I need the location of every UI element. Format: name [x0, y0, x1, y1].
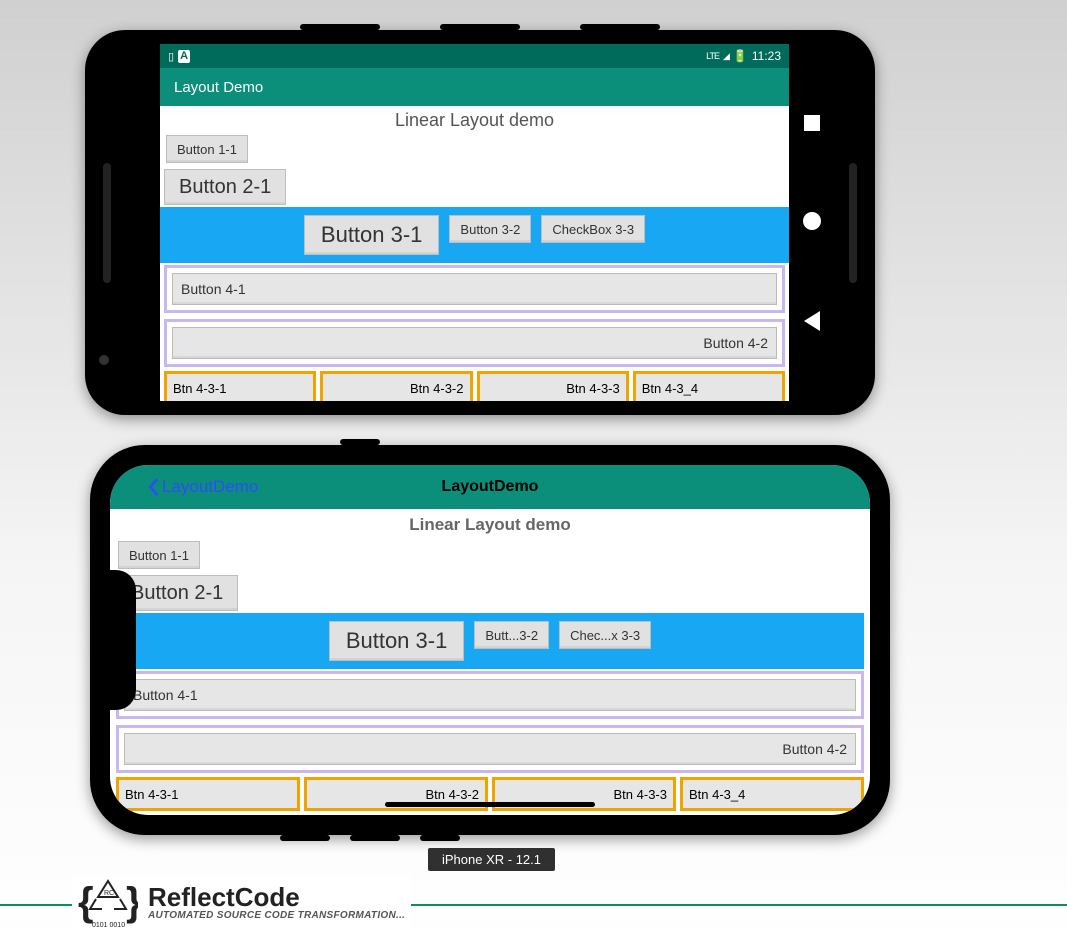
button-4-3-2[interactable]: Btn 4-3-2	[320, 371, 472, 401]
chevron-left-icon	[146, 478, 160, 496]
brand-logo: { } RC 0101 0010	[78, 875, 138, 930]
row-4-2-wrap: Button 4-2	[164, 319, 785, 367]
iphone-bottom-button-3	[420, 835, 460, 841]
sim-icon: ▯	[168, 50, 174, 63]
iphone-bottom-button-1	[280, 835, 330, 841]
lte-icon: LTE	[706, 51, 719, 61]
ios-back-button[interactable]: LayoutDemo	[146, 477, 258, 497]
android-speaker-left	[103, 163, 111, 283]
section-title: Linear Layout demo	[160, 106, 789, 133]
button-2-1[interactable]: Button 2-1	[164, 169, 286, 205]
android-app-bar: Layout Demo	[160, 68, 789, 106]
brand-logo-bits: 0101 0010	[92, 922, 125, 929]
android-camera	[99, 355, 109, 365]
ios-checkbox-3-3[interactable]: Chec...x 3-3	[559, 621, 651, 649]
ios-section-title: Linear Layout demo	[110, 509, 870, 539]
status-time: 11:23	[752, 49, 781, 63]
ios-row-4-2-wrap: Button 4-2	[116, 725, 864, 773]
ios-button-1-1[interactable]: Button 1-1	[118, 541, 200, 569]
iphone-home-indicator[interactable]	[385, 802, 595, 807]
ios-button-3-2[interactable]: Butt...3-2	[474, 621, 549, 649]
row-4-1-wrap: Button 4-1	[164, 265, 785, 313]
android-device-frame: ▯ A LTE ◢ 🔋 11:23 Layout Demo Linear Lay…	[85, 30, 875, 415]
row-4-3: Btn 4-3-1 Btn 4-3-2 Btn 4-3-3 Btn 4-3_4	[164, 371, 785, 401]
row-3: Button 3-1 Button 3-2 CheckBox 3-3	[160, 207, 789, 263]
ios-button-3-1[interactable]: Button 3-1	[329, 621, 465, 661]
iphone-bottom-button-2	[350, 835, 400, 841]
brand-tagline: AUTOMATED SOURCE CODE TRANSFORMATION...	[148, 910, 405, 921]
ios-back-label: LayoutDemo	[162, 477, 258, 497]
ios-nav-bar: LayoutDemo LayoutDemo	[110, 465, 870, 509]
ios-row-4-3: Btn 4-3-1 Btn 4-3-2 Btn 4-3-3 Btn 4-3_4	[116, 777, 864, 813]
checkbox-3-3[interactable]: CheckBox 3-3	[541, 215, 645, 243]
button-4-3-4[interactable]: Btn 4-3_4	[633, 371, 785, 401]
ios-button-4-2[interactable]: Button 4-2	[124, 733, 856, 765]
brand-logo-small: RC	[104, 890, 114, 897]
ios-button-4-1[interactable]: Button 4-1	[124, 679, 856, 711]
device-caption: iPhone XR - 12.1	[428, 848, 555, 871]
battery-icon: 🔋	[733, 49, 748, 63]
iphone-side-button	[340, 439, 380, 445]
svg-text:}: }	[126, 880, 138, 924]
iphone-screen: LayoutDemo LayoutDemo Linear Layout demo…	[110, 465, 870, 815]
button-4-3-3[interactable]: Btn 4-3-3	[477, 371, 629, 401]
ios-button-4-3-4[interactable]: Btn 4-3_4	[680, 777, 864, 811]
android-top-buttons	[300, 24, 660, 30]
signal-icon: ◢	[723, 51, 729, 62]
nav-back-icon[interactable]	[804, 311, 820, 331]
app-icon: A	[178, 50, 190, 63]
button-3-1[interactable]: Button 3-1	[304, 215, 440, 255]
ios-row-3: Button 3-1 Butt...3-2 Chec...x 3-3	[116, 613, 864, 669]
ios-row-4-1-wrap: Button 4-1	[116, 671, 864, 719]
button-4-3-1[interactable]: Btn 4-3-1	[164, 371, 316, 401]
nav-recent-icon[interactable]	[804, 115, 820, 131]
ios-nav-title: LayoutDemo	[442, 478, 539, 496]
button-1-1[interactable]: Button 1-1	[166, 135, 248, 163]
button-4-1[interactable]: Button 4-1	[172, 273, 777, 305]
ios-button-4-3-1[interactable]: Btn 4-3-1	[116, 777, 300, 811]
button-3-2[interactable]: Button 3-2	[449, 215, 531, 243]
svg-text:{: {	[78, 880, 94, 924]
brand-block: { } RC 0101 0010 ReflectCode AUTOMATED S…	[72, 875, 411, 930]
button-4-2[interactable]: Button 4-2	[172, 327, 777, 359]
nav-home-icon[interactable]	[803, 212, 821, 230]
app-bar-title: Layout Demo	[174, 79, 263, 96]
android-nav-bar	[789, 44, 835, 401]
iphone-device-frame: LayoutDemo LayoutDemo Linear Layout demo…	[90, 445, 890, 835]
android-status-bar: ▯ A LTE ◢ 🔋 11:23	[160, 44, 789, 68]
brand-name: ReflectCode	[148, 884, 405, 910]
iphone-notch	[110, 570, 136, 710]
android-speaker-right	[849, 163, 857, 283]
android-screen: ▯ A LTE ◢ 🔋 11:23 Layout Demo Linear Lay…	[160, 44, 789, 401]
